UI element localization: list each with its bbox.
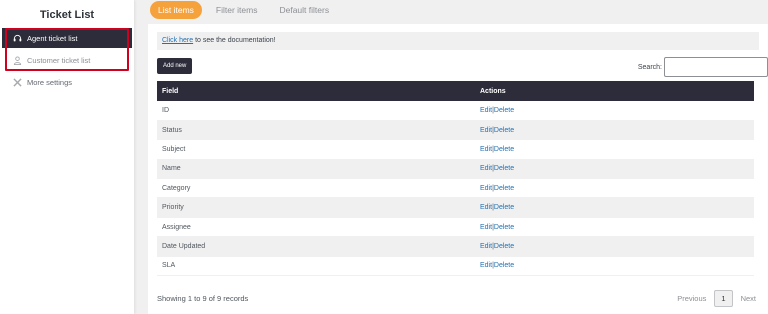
tab-filter-items[interactable]: Filter items [208, 1, 266, 19]
delete-link[interactable]: Delete [494, 146, 514, 153]
sidebar-item-more-settings[interactable]: More settings [2, 72, 132, 92]
table-row: Name Edit|Delete [157, 159, 754, 180]
field-name: Name [157, 159, 475, 180]
row-actions: Edit|Delete [475, 256, 754, 277]
edit-link[interactable]: Edit [480, 107, 492, 114]
records-info: Showing 1 to 9 of 9 records [157, 294, 249, 303]
edit-link[interactable]: Edit [480, 224, 492, 231]
table-row: ID Edit|Delete [157, 101, 754, 121]
row-actions: Edit|Delete [475, 120, 754, 141]
row-actions: Edit|Delete [475, 236, 754, 257]
column-header-field: Field [157, 81, 475, 101]
table-header-row: Field Actions [157, 81, 754, 101]
edit-link[interactable]: Edit [480, 262, 492, 269]
edit-link[interactable]: Edit [480, 185, 492, 192]
delete-link[interactable]: Delete [494, 185, 514, 192]
delete-link[interactable]: Delete [494, 204, 514, 211]
table-row: Date Updated Edit|Delete [157, 236, 754, 257]
sidebar-title: Ticket List [39, 9, 95, 21]
row-actions: Edit|Delete [475, 139, 754, 160]
field-name: ID [157, 101, 475, 121]
edit-link[interactable]: Edit [480, 165, 492, 172]
pagination: Previous 1 Next [677, 290, 756, 307]
field-name: Subject [157, 139, 475, 160]
documentation-notice: Click here to see the documentation! [157, 32, 759, 50]
documentation-link[interactable]: Click here [162, 37, 193, 44]
field-name: SLA [157, 256, 475, 277]
row-actions: Edit|Delete [475, 217, 754, 238]
previous-page-button[interactable]: Previous [677, 294, 706, 303]
search-input[interactable] [664, 57, 768, 77]
field-name: Priority [157, 197, 475, 218]
delete-link[interactable]: Delete [494, 243, 514, 250]
next-page-button[interactable]: Next [741, 294, 756, 303]
table-row: Priority Edit|Delete [157, 197, 754, 218]
tab-default-filters[interactable]: Default filters [271, 1, 337, 19]
column-header-actions: Actions [475, 81, 754, 101]
search-box: Search: [638, 57, 768, 77]
sidebar: Ticket List Agent ticket list Customer t… [0, 0, 134, 314]
delete-link[interactable]: Delete [494, 107, 514, 114]
tools-icon [12, 77, 22, 87]
field-name: Date Updated [157, 236, 475, 257]
table-row: Status Edit|Delete [157, 120, 754, 141]
edit-link[interactable]: Edit [480, 243, 492, 250]
page-number-button[interactable]: 1 [714, 290, 733, 307]
tab-bar: List items Filter items Default filters [150, 1, 337, 19]
main-panel: Click here to see the documentation! Add… [148, 24, 768, 314]
delete-link[interactable]: Delete [494, 224, 514, 231]
sidebar-item-label: More settings [27, 77, 73, 87]
field-name: Status [157, 120, 475, 141]
notice-text: to see the documentation! [193, 37, 276, 44]
delete-link[interactable]: Delete [494, 165, 514, 172]
edit-link[interactable]: Edit [480, 204, 492, 211]
fields-table: Field Actions ID Edit|Delete Status Edit|De… [157, 81, 754, 277]
row-actions: Edit|Delete [475, 159, 754, 180]
add-new-button[interactable]: Add new [157, 58, 193, 74]
field-name: Assignee [157, 217, 475, 238]
table-row: Subject Edit|Delete [157, 139, 754, 160]
row-actions: Edit|Delete [475, 101, 754, 121]
delete-link[interactable]: Delete [494, 262, 514, 269]
delete-link[interactable]: Delete [494, 127, 514, 134]
selection-highlight-box [5, 28, 129, 71]
table-row: SLA Edit|Delete [157, 256, 754, 277]
row-actions: Edit|Delete [475, 178, 754, 199]
edit-link[interactable]: Edit [480, 146, 492, 153]
table-row: Assignee Edit|Delete [157, 217, 754, 238]
edit-link[interactable]: Edit [480, 127, 492, 134]
tab-list-items[interactable]: List items [150, 1, 202, 19]
search-label: Search: [637, 63, 662, 71]
field-name: Category [157, 178, 475, 199]
table-row: Category Edit|Delete [157, 178, 754, 199]
row-actions: Edit|Delete [475, 197, 754, 218]
